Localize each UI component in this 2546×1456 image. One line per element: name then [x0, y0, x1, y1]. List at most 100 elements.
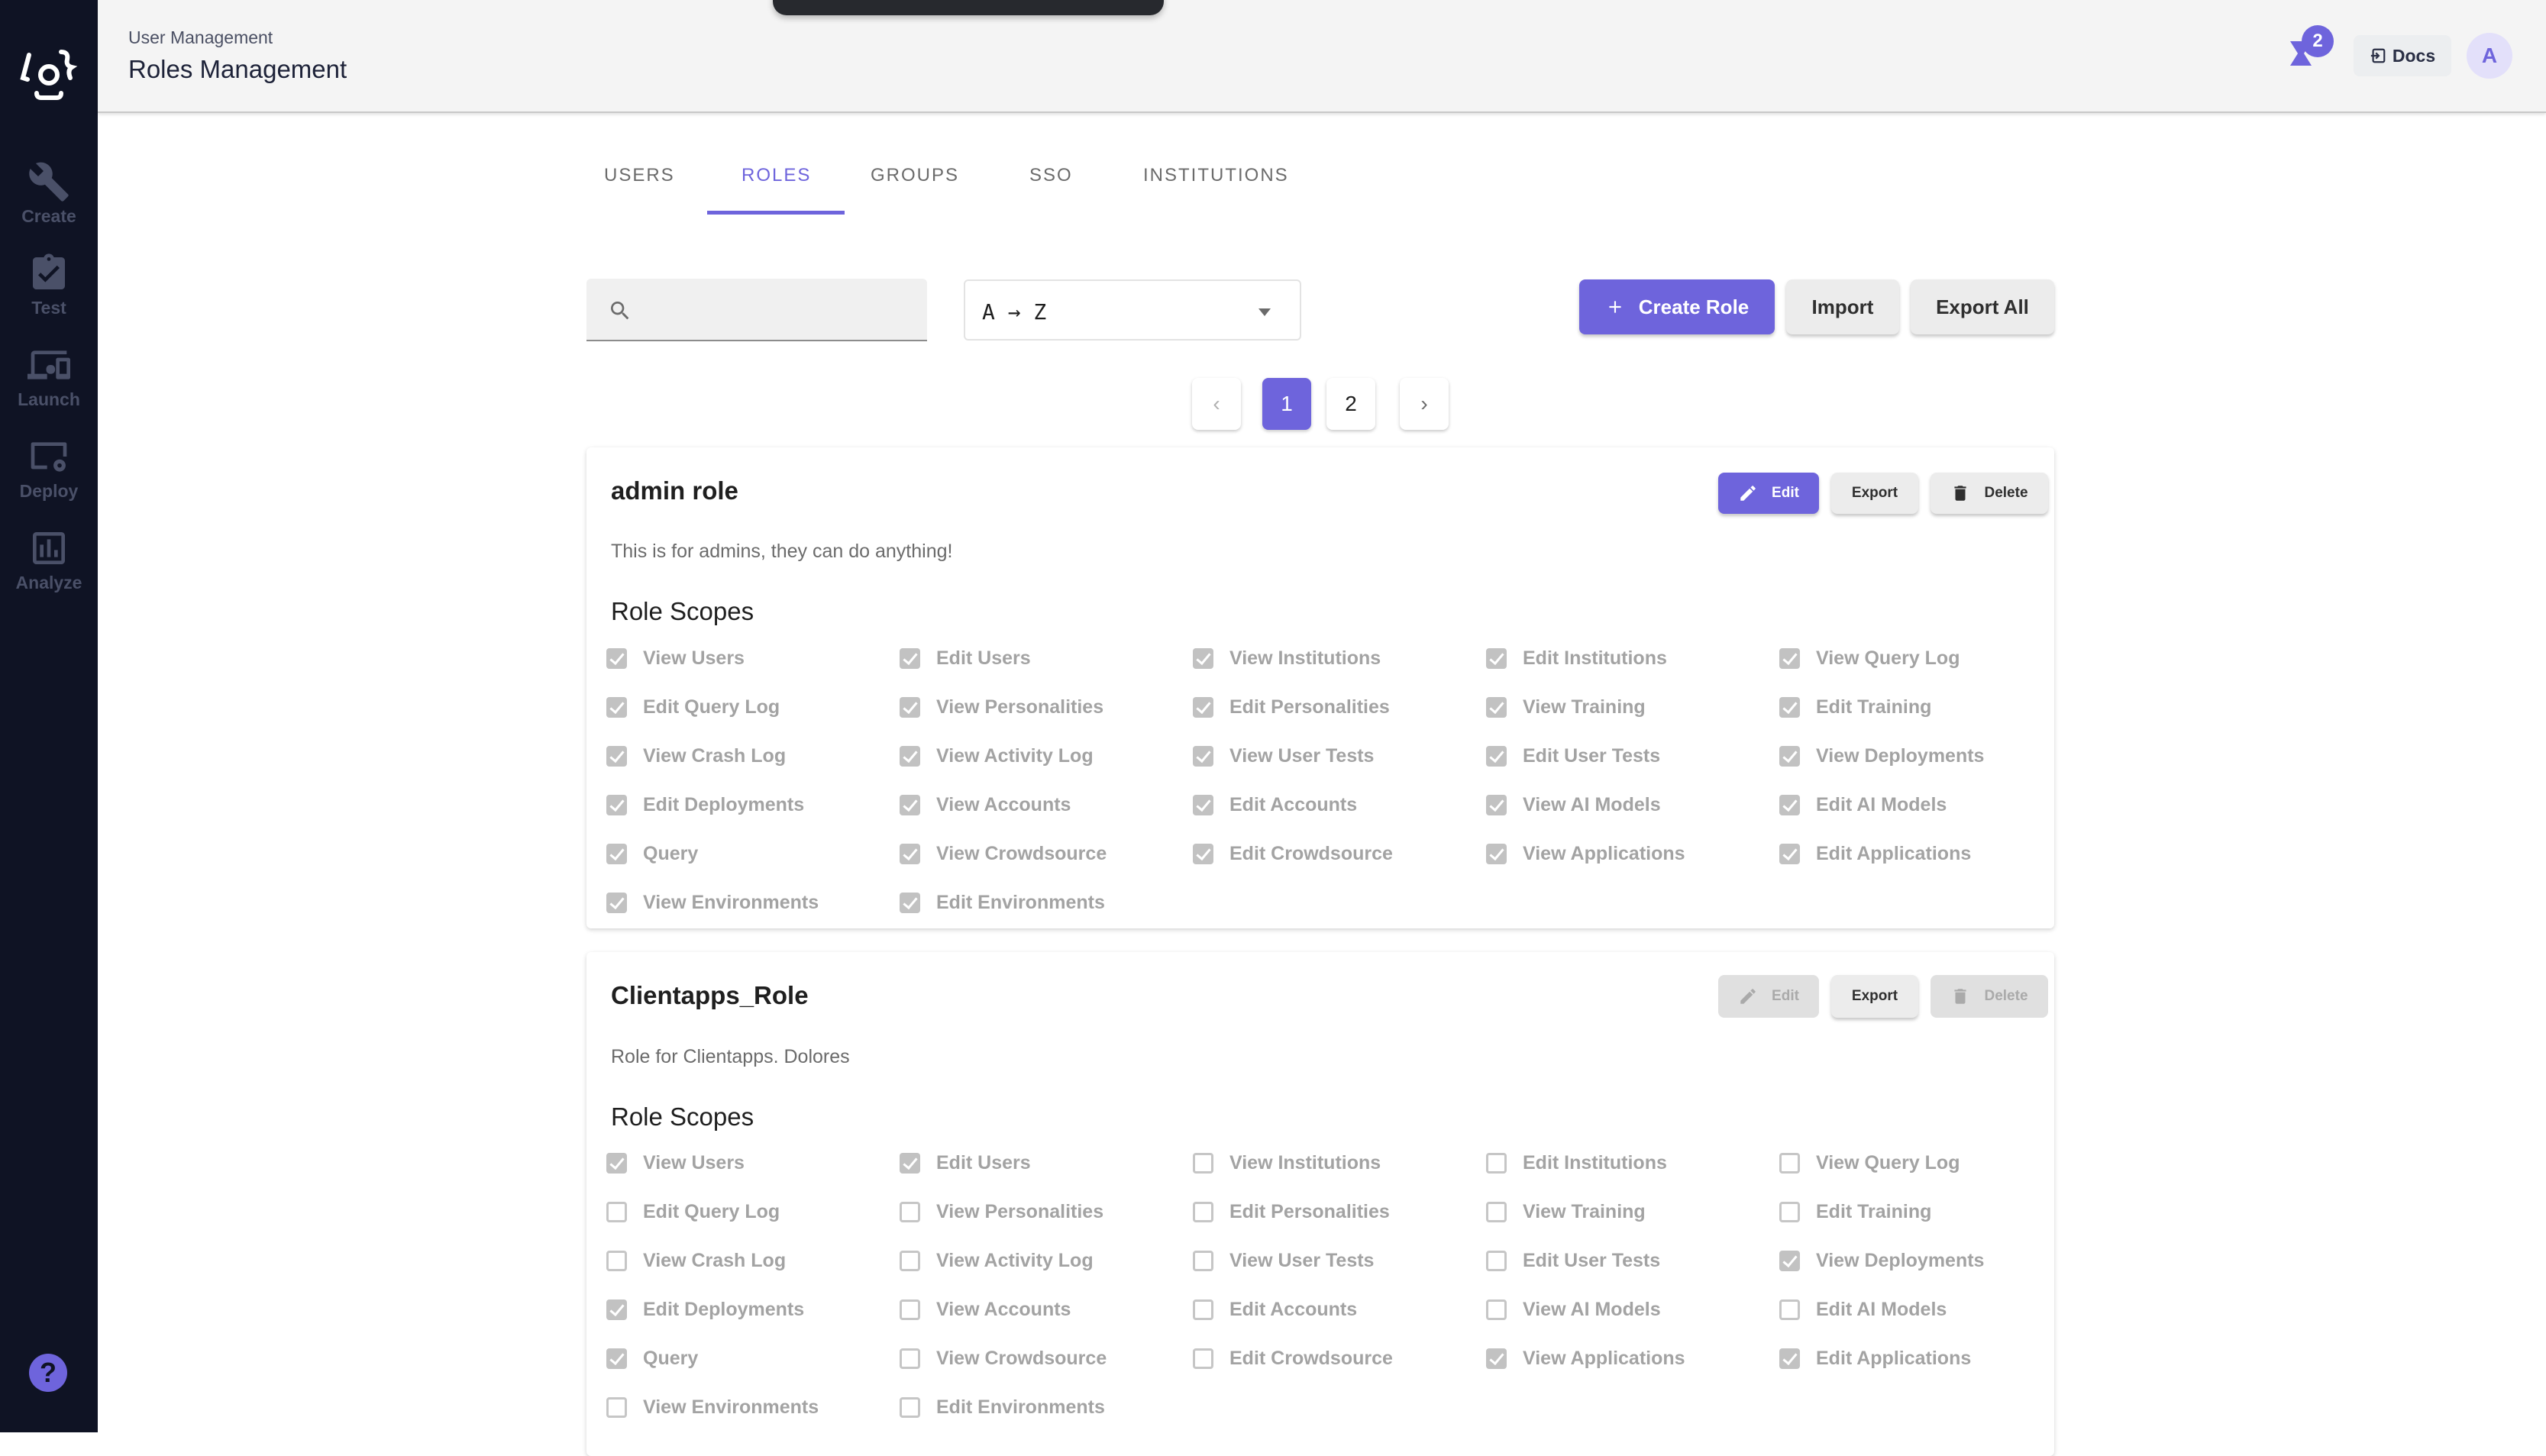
create-role-button[interactable]: Create Role — [1579, 279, 1775, 334]
checkbox-unchecked-icon[interactable] — [900, 1397, 920, 1418]
scope-checkbox-item[interactable]: View Crash Log — [606, 745, 786, 767]
scope-checkbox-item[interactable]: Edit Training — [1779, 1201, 1931, 1223]
checkbox-unchecked-icon[interactable] — [1486, 1202, 1507, 1222]
docs-button[interactable]: Docs — [2354, 35, 2451, 76]
checkbox-unchecked-icon[interactable] — [606, 1202, 627, 1222]
checkbox-unchecked-icon[interactable] — [900, 1299, 920, 1320]
scope-checkbox-item[interactable]: View Institutions — [1193, 1152, 1381, 1174]
checkbox-checked-icon[interactable] — [1779, 648, 1800, 669]
checkbox-checked-icon[interactable] — [606, 697, 627, 718]
breadcrumb[interactable]: User Management — [128, 27, 273, 48]
sidebar-item-launch[interactable]: Launch — [0, 344, 98, 410]
checkbox-checked-icon[interactable] — [1193, 795, 1213, 815]
delete-role-button[interactable]: Delete — [1931, 473, 2048, 514]
search-field[interactable] — [586, 279, 927, 341]
checkbox-checked-icon[interactable] — [1193, 746, 1213, 767]
checkbox-checked-icon[interactable] — [900, 844, 920, 864]
page-button-1[interactable]: 1 — [1262, 378, 1311, 430]
checkbox-unchecked-icon[interactable] — [1193, 1202, 1213, 1222]
checkbox-checked-icon[interactable] — [900, 746, 920, 767]
scope-checkbox-item[interactable]: View Accounts — [900, 794, 1071, 816]
sidebar-item-create[interactable]: Create — [0, 160, 98, 227]
checkbox-checked-icon[interactable] — [1486, 746, 1507, 767]
checkbox-unchecked-icon[interactable] — [1193, 1251, 1213, 1271]
scope-checkbox-item[interactable]: Edit Users — [900, 1152, 1031, 1174]
checkbox-unchecked-icon[interactable] — [1486, 1251, 1507, 1271]
checkbox-checked-icon[interactable] — [1486, 1348, 1507, 1369]
tab-institutions[interactable]: INSTITUTIONS — [1143, 165, 1289, 186]
scope-checkbox-item[interactable]: Edit Accounts — [1193, 794, 1357, 816]
scope-checkbox-item[interactable]: View Activity Log — [900, 1250, 1094, 1272]
checkbox-checked-icon[interactable] — [900, 1153, 920, 1174]
checkbox-unchecked-icon[interactable] — [900, 1348, 920, 1369]
checkbox-unchecked-icon[interactable] — [1193, 1299, 1213, 1320]
scope-checkbox-item[interactable]: View Environments — [606, 1396, 819, 1419]
scope-checkbox-item[interactable]: Edit AI Models — [1779, 1299, 1947, 1321]
scope-checkbox-item[interactable]: View AI Models — [1486, 794, 1661, 816]
scope-checkbox-item[interactable]: Edit Query Log — [606, 696, 780, 718]
app-logo-icon[interactable] — [15, 38, 82, 105]
tab-groups[interactable]: GROUPS — [871, 165, 959, 186]
scope-checkbox-item[interactable]: Edit Applications — [1779, 843, 1971, 865]
sort-select[interactable]: A → Z — [964, 279, 1301, 341]
checkbox-checked-icon[interactable] — [1193, 844, 1213, 864]
scope-checkbox-item[interactable]: View Training — [1486, 1201, 1646, 1223]
next-page-button[interactable]: › — [1400, 378, 1449, 430]
scope-checkbox-item[interactable]: Edit Accounts — [1193, 1299, 1357, 1321]
scope-checkbox-item[interactable]: View User Tests — [1193, 1250, 1374, 1272]
scope-checkbox-item[interactable]: Edit Environments — [900, 892, 1105, 914]
checkbox-checked-icon[interactable] — [1486, 795, 1507, 815]
scope-checkbox-item[interactable]: View Personalities — [900, 696, 1103, 718]
checkbox-unchecked-icon[interactable] — [1486, 1153, 1507, 1174]
avatar[interactable]: A — [2467, 33, 2512, 79]
checkbox-unchecked-icon[interactable] — [1779, 1153, 1800, 1174]
scope-checkbox-item[interactable]: Edit Deployments — [606, 794, 804, 816]
checkbox-unchecked-icon[interactable] — [900, 1251, 920, 1271]
scope-checkbox-item[interactable]: Edit AI Models — [1779, 794, 1947, 816]
scope-checkbox-item[interactable]: Edit Crowdsource — [1193, 843, 1393, 865]
scope-checkbox-item[interactable]: Query — [606, 843, 698, 865]
export-all-button[interactable]: Export All — [1911, 279, 2054, 334]
checkbox-unchecked-icon[interactable] — [1193, 1153, 1213, 1174]
scope-checkbox-item[interactable]: View Personalities — [900, 1201, 1103, 1223]
scope-checkbox-item[interactable]: Edit Query Log — [606, 1201, 780, 1223]
checkbox-unchecked-icon[interactable] — [606, 1251, 627, 1271]
scope-checkbox-item[interactable]: Edit Crowdsource — [1193, 1348, 1393, 1370]
tab-users[interactable]: USERS — [604, 165, 675, 186]
scope-checkbox-item[interactable]: View Applications — [1486, 1348, 1685, 1370]
help-button[interactable]: ? — [29, 1354, 67, 1392]
scope-checkbox-item[interactable]: View Deployments — [1779, 1250, 1984, 1272]
scope-checkbox-item[interactable]: View Users — [606, 647, 745, 670]
checkbox-checked-icon[interactable] — [900, 795, 920, 815]
scope-checkbox-item[interactable]: View Deployments — [1779, 745, 1984, 767]
scope-checkbox-item[interactable]: Edit Personalities — [1193, 696, 1390, 718]
notification-badge[interactable]: 2 — [2302, 25, 2334, 57]
edit-role-button[interactable]: Edit — [1718, 975, 1819, 1018]
scope-checkbox-item[interactable]: View Institutions — [1193, 647, 1381, 670]
checkbox-checked-icon[interactable] — [1486, 648, 1507, 669]
checkbox-unchecked-icon[interactable] — [606, 1397, 627, 1418]
checkbox-checked-icon[interactable] — [1779, 1348, 1800, 1369]
checkbox-checked-icon[interactable] — [1779, 795, 1800, 815]
scope-checkbox-item[interactable]: View Applications — [1486, 843, 1685, 865]
sidebar-item-analyze[interactable]: Analyze — [0, 527, 98, 593]
scope-checkbox-item[interactable]: Query — [606, 1348, 698, 1370]
tab-roles[interactable]: ROLES — [742, 165, 811, 186]
page-button-2[interactable]: 2 — [1326, 378, 1375, 430]
checkbox-checked-icon[interactable] — [1486, 844, 1507, 864]
scope-checkbox-item[interactable]: View Crash Log — [606, 1250, 786, 1272]
edit-role-button[interactable]: Edit — [1718, 473, 1819, 514]
scope-checkbox-item[interactable]: View User Tests — [1193, 745, 1374, 767]
checkbox-checked-icon[interactable] — [1779, 1251, 1800, 1271]
scope-checkbox-item[interactable]: Edit Training — [1779, 696, 1931, 718]
export-role-button[interactable]: Export — [1831, 975, 1918, 1018]
checkbox-checked-icon[interactable] — [606, 746, 627, 767]
import-button[interactable]: Import — [1786, 279, 1899, 334]
checkbox-checked-icon[interactable] — [606, 648, 627, 669]
scope-checkbox-item[interactable]: View Crowdsource — [900, 1348, 1107, 1370]
scope-checkbox-item[interactable]: View Activity Log — [900, 745, 1094, 767]
checkbox-unchecked-icon[interactable] — [1779, 1202, 1800, 1222]
scope-checkbox-item[interactable]: View Accounts — [900, 1299, 1071, 1321]
scope-checkbox-item[interactable]: Edit Personalities — [1193, 1201, 1390, 1223]
export-role-button[interactable]: Export — [1831, 473, 1918, 514]
